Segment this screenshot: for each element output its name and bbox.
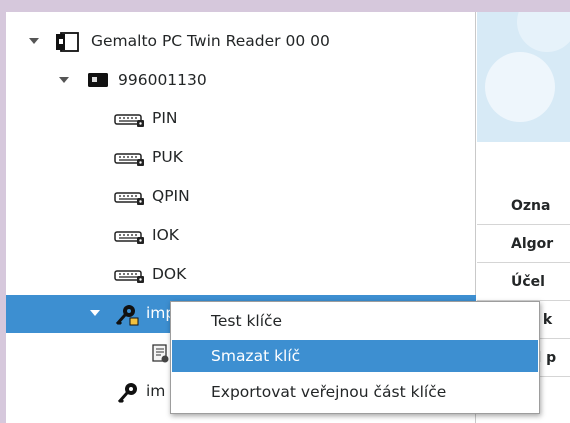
tree-item-puk[interactable]: PUK [6,139,476,177]
iok-label: IOK [152,226,179,244]
menu-item-export-public-key[interactable]: Exportovat veřejnou část klíče [172,376,538,408]
context-menu: Test klíče Smazat klíč Exportovat veřejn… [170,301,540,414]
pin-keyboard-icon [114,114,148,132]
detail-row-purpose: Účel [477,264,570,301]
pin-keyboard-icon [114,270,148,288]
pin-keyboard-icon [114,192,148,210]
banner-decoration [485,52,555,122]
detail-row-label: Ozna [477,188,570,225]
expand-arrow-icon[interactable] [29,38,39,44]
key-icon [116,381,140,409]
tree-item-card[interactable]: 996001130 [6,62,476,100]
pin-keyboard-icon [114,231,148,249]
banner-decoration [517,12,570,52]
certificate-icon [150,343,172,369]
pin-keyboard-icon [114,153,148,171]
tree-item-iok[interactable]: IOK [6,217,476,255]
card-reader-icon [54,31,80,57]
smart-card-icon [88,73,108,91]
tree-item-pin[interactable]: PIN [6,100,476,138]
pin-label: PIN [152,109,178,127]
reader-label: Gemalto PC Twin Reader 00 00 [91,32,330,50]
dok-label: DOK [152,265,187,283]
header-banner [477,12,570,142]
tree-item-dok[interactable]: DOK [6,256,476,294]
qpin-label: QPIN [152,187,190,205]
detail-row-algorithm: Algor [477,226,570,263]
menu-item-test-key[interactable]: Test klíče [172,305,538,337]
tree-item-reader[interactable]: Gemalto PC Twin Reader 00 00 [6,23,476,61]
expand-arrow-icon[interactable] [90,310,100,316]
card-label: 996001130 [118,71,207,89]
public-key-label: im [146,382,166,400]
puk-label: PUK [152,148,183,166]
tree-item-qpin[interactable]: QPIN [6,178,476,216]
expand-arrow-icon[interactable] [59,77,69,83]
key-with-lock-icon [114,303,140,331]
menu-item-delete-key[interactable]: Smazat klíč [172,340,538,372]
